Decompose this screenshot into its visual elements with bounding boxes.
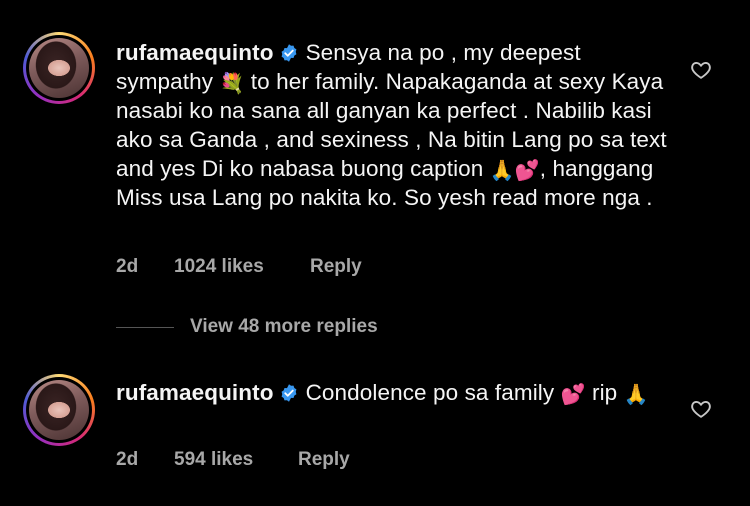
heart-outline-icon[interactable] [690,398,712,420]
comment-time: 2d [116,449,139,470]
avatar-ring [26,35,92,101]
hearts-emoji: 💕 [560,384,586,406]
comment-username[interactable]: rufamaequinto [116,40,274,65]
reply-button[interactable]: Reply [298,449,350,471]
avatar-photo [29,38,89,98]
comment-likes[interactable]: 594 likes [174,449,298,471]
reply-button[interactable]: Reply [310,256,362,278]
pray-heart-emoji: 🙏💕 [489,160,540,182]
comment-meta: 2d 1024 likes Reply [116,256,362,278]
bouquet-emoji: 💐 [219,73,245,95]
pray-emoji: 🙏 [623,384,649,406]
heart-outline-icon[interactable] [690,59,712,81]
view-more-replies-label[interactable]: View 48 more replies [190,316,378,338]
comment-body: rufamaequinto Sensya na po , my deepest s… [116,38,676,212]
verified-badge-icon [281,44,296,62]
divider-line [116,326,174,328]
comment-text: rip [585,380,624,405]
avatar[interactable] [23,374,95,446]
view-more-replies-button[interactable]: View 48 more replies [116,313,378,341]
comment-meta: 2d 594 likes Reply [116,449,350,471]
comments-screen: rufamaequinto Sensya na po , my deepest s… [0,0,750,506]
comment-likes[interactable]: 1024 likes [174,256,310,278]
avatar-photo [29,380,89,440]
avatar-ring [26,377,92,443]
comment-text: Condolence po sa family [305,380,561,405]
comment-time: 2d [116,256,139,277]
verified-badge-icon [281,384,296,402]
comment-body: rufamaequinto Condolence po sa family 💕 r… [116,378,676,407]
comment-username[interactable]: rufamaequinto [116,380,274,405]
avatar[interactable] [23,32,95,104]
